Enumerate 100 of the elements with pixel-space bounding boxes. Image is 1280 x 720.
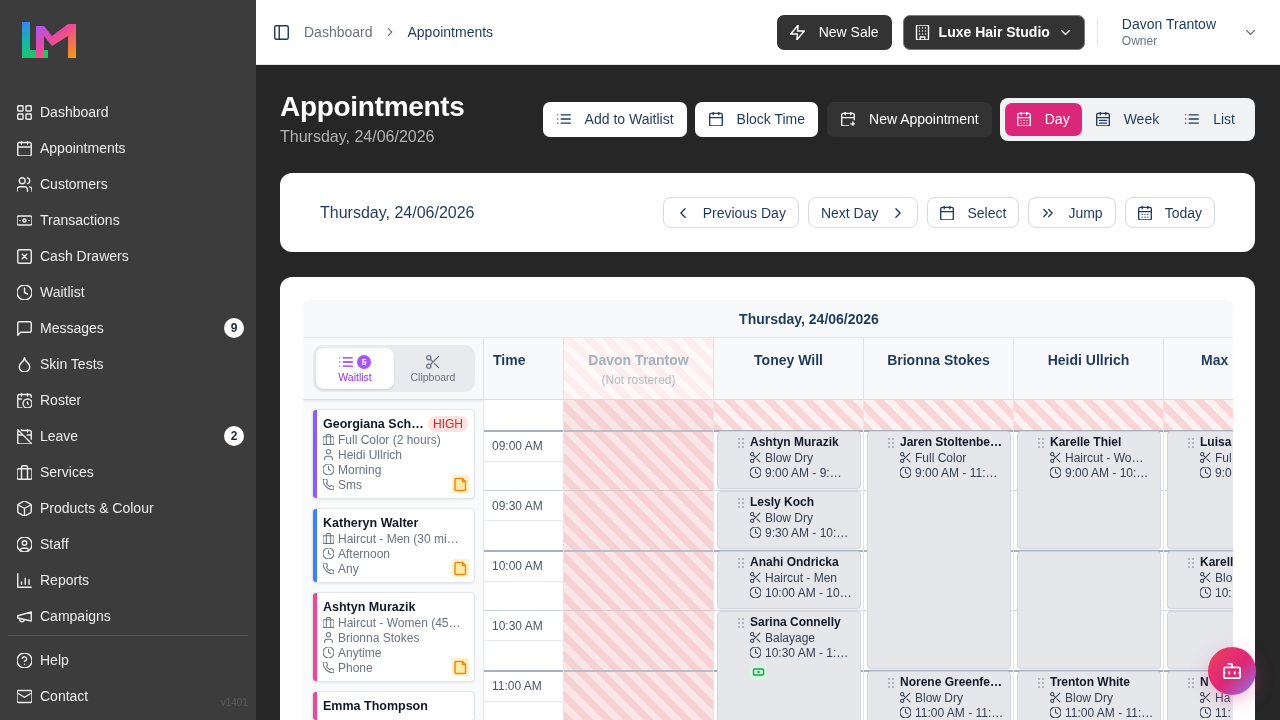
service-text: Blow Dry: [1065, 690, 1113, 705]
nav-item[interactable]: Messages: [17, 320, 104, 336]
appointment-block[interactable]: Jaren Stoltenbe… Full Color 9:00 AM - 11:…: [867, 431, 1011, 669]
waitlist-card[interactable]: Emma Thompson: [312, 691, 475, 720]
nav-item[interactable]: Cash Drawers: [17, 248, 129, 264]
breadcrumb-link[interactable]: Dashboard: [304, 24, 373, 40]
panel-tab[interactable]: 5 Waitlist: [316, 348, 394, 389]
scissors-icon: [750, 572, 761, 583]
nav-item[interactable]: Roster: [17, 392, 82, 408]
time-preference-text: Afternoon: [338, 546, 391, 561]
calendar-icon: [1016, 112, 1031, 126]
action-button[interactable]: New Appointment: [827, 101, 992, 137]
appointment-block[interactable]: Trenton White Blow Dry 11:00 AM - 11:…: [1017, 671, 1161, 720]
megaphone-icon: [17, 608, 32, 624]
clock-icon: [750, 647, 761, 658]
service-text: Full Color (2 hours): [338, 432, 441, 447]
drag-handle-icon: [888, 678, 894, 688]
time-label: 09:00 AM: [492, 439, 543, 453]
appointment-block[interactable]: Luisa Ful 9:0: [1167, 431, 1233, 549]
panel-icon: [274, 24, 289, 40]
calendar-off-icon: [17, 428, 32, 444]
calendar-icon: [708, 112, 723, 126]
action-button[interactable]: Block Time: [694, 101, 818, 137]
appointment-block[interactable]: Karelle Thiel Haircut - Wo… 9:00 AM - 10:…: [1017, 431, 1161, 549]
x-square-icon: [17, 248, 32, 264]
grid-icon: [17, 104, 32, 120]
nav-item[interactable]: Customers: [17, 176, 108, 192]
list-icon: [556, 112, 571, 126]
waitlist-card[interactable]: Georgiana Sch… HIGH Full Color (2 hours) Heidi Ullrich Morning Sms: [312, 409, 475, 499]
service-text: Haircut - Men (30 mi…: [338, 531, 459, 546]
briefcase-icon: [17, 464, 32, 480]
action-button[interactable]: Add to Waitlist: [542, 101, 687, 137]
waitlist-card[interactable]: Ashtyn Murazik Haircut - Women (45… Brionna Stokes Anytime Phone: [312, 592, 475, 682]
appointment-block[interactable]: Sarina Connelly Balayage 10:30 AM - 1:…: [717, 611, 861, 720]
nav-item[interactable]: Leave: [17, 428, 79, 444]
date-nav-button[interactable]: Next Day: [807, 197, 919, 228]
date-nav-button[interactable]: Jump: [1028, 197, 1116, 228]
priority-badge: HIGH: [428, 416, 468, 432]
nav-item[interactable]: Reports: [17, 572, 90, 588]
sidebar-toggle-button[interactable]: [274, 24, 289, 40]
appointment-block[interactable]: Ashtyn Murazik Blow Dry 9:00 AM - 9:…: [717, 431, 861, 489]
nav-item[interactable]: Transactions: [17, 212, 120, 228]
drag-handle-icon: [1188, 438, 1194, 448]
clock-icon: [750, 527, 761, 538]
nav-item[interactable]: Waitlist: [17, 284, 85, 300]
droplet-icon: [17, 356, 32, 372]
brand-logo: [22, 22, 76, 58]
date-nav-button[interactable]: Select: [927, 197, 1020, 228]
nav-item[interactable]: Services: [17, 464, 94, 480]
appointment-block[interactable]: Norene Greenfe… Blow Dry 11:00 AM - 11:…: [867, 671, 1011, 720]
client-name: Lesly Koch: [750, 495, 816, 510]
robot-icon: [1223, 662, 1241, 680]
clock-icon: [750, 467, 761, 478]
panel-tab[interactable]: Clipboard: [394, 348, 472, 389]
client-name: Emma Thompson: [323, 699, 428, 713]
waitlist-card[interactable]: Katheryn Walter Haircut - Men (30 mi… Afternoon Any: [312, 508, 475, 583]
appointment-block[interactable]: Lesly Koch Blow Dry 9:30 AM - 10:…: [717, 491, 861, 549]
appointment-block[interactable]: Karell Blo 10:: [1167, 551, 1233, 609]
nav-item[interactable]: Contact: [17, 688, 89, 704]
roster-status: (Not rostered): [601, 372, 676, 388]
service-text: Blow Dry: [765, 450, 813, 465]
service-text: Ful: [1215, 450, 1232, 465]
time-range-text: 9:0: [1215, 465, 1232, 480]
time-range-text: 10:30 AM - 1:…: [765, 645, 849, 660]
view-tab[interactable]: Day: [1004, 102, 1082, 136]
date-nav-button[interactable]: Previous Day: [662, 197, 799, 228]
appointment-block[interactable]: Anahi Ondricka Haircut - Men 10:00 AM - 10…: [717, 551, 861, 609]
nav-item[interactable]: Staff: [17, 536, 69, 552]
client-name: Karelle Thiel: [1050, 435, 1123, 450]
nav-item[interactable]: Products & Colour: [17, 500, 154, 516]
location-select[interactable]: Luxe Hair Studio: [902, 14, 1085, 50]
service-text: Full Color: [915, 450, 967, 465]
user-name: Davon Trantow: [1121, 16, 1216, 32]
view-tab[interactable]: List: [1173, 102, 1247, 136]
clock-icon: [323, 548, 334, 559]
nav-item[interactable]: Dashboard: [17, 104, 109, 120]
staff-name: Max: [1201, 351, 1229, 369]
breadcrumb-link[interactable]: Appointments: [407, 24, 494, 40]
service-text: Haircut - Men: [765, 570, 838, 585]
nav-item[interactable]: Help: [17, 652, 69, 668]
clock-icon: [1050, 467, 1061, 478]
nav-item[interactable]: Skin Tests: [17, 356, 104, 372]
new-sale-button[interactable]: New Sale: [776, 14, 892, 50]
service-text: Blo: [1215, 570, 1233, 585]
drag-handle-icon: [1188, 678, 1194, 688]
briefcase-icon: [323, 434, 334, 445]
contact-text: Sms: [338, 477, 362, 492]
clock-icon: [17, 284, 32, 300]
calendar-icon: [1137, 205, 1152, 220]
clock-icon: [1050, 707, 1061, 718]
client-name: Katheryn Walter: [323, 516, 419, 530]
nav-item[interactable]: Campaigns: [17, 608, 111, 624]
view-tab[interactable]: Week: [1083, 102, 1172, 136]
nav-item[interactable]: Appointments: [17, 140, 126, 156]
staff-text: Brionna Stokes: [338, 630, 420, 645]
time-label: 09:30 AM: [492, 499, 543, 513]
clock-icon: [750, 587, 761, 598]
cube-icon: [17, 500, 32, 516]
date-nav-button[interactable]: Today: [1124, 197, 1215, 228]
page-title: Appointments: [280, 91, 465, 123]
